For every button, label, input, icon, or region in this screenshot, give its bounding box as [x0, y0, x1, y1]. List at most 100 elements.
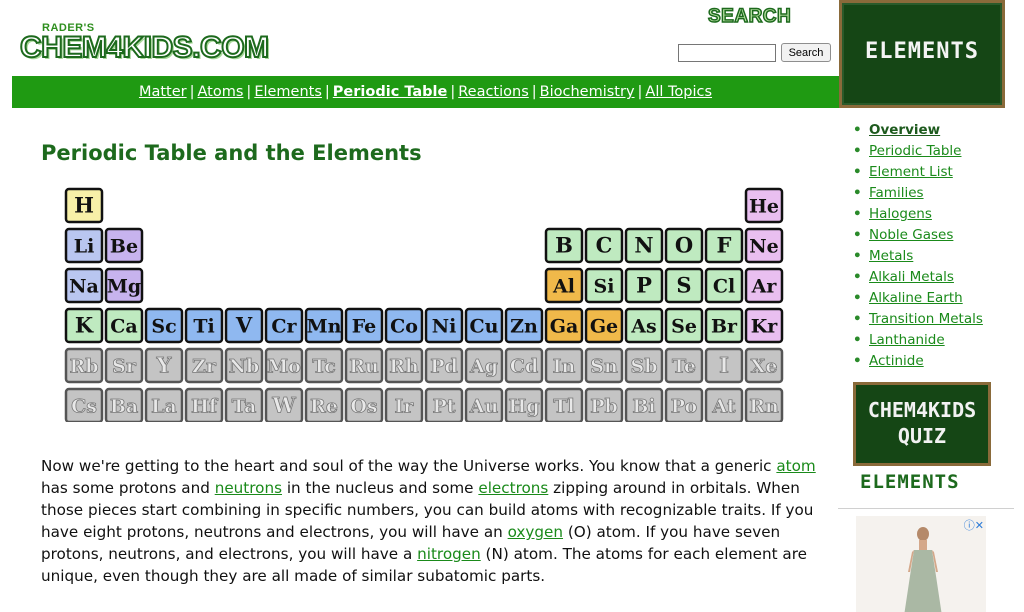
element-cell-k: K	[64, 307, 104, 344]
ad-choices-icon[interactable]: ⓘ✕	[964, 517, 984, 533]
intro-paragraph: Now we're getting to the heart and soul …	[41, 455, 831, 587]
nav-matter[interactable]: Matter	[139, 84, 187, 100]
element-cell-n: N	[624, 227, 664, 264]
element-cell-h: H	[64, 187, 104, 224]
element-cell-p: P	[624, 267, 664, 304]
sidebar-link[interactable]: Element List	[869, 164, 953, 180]
sidebar-nav: Overview Periodic Table Element List Fam…	[853, 120, 1013, 372]
element-symbol: Cr	[271, 316, 297, 338]
element-symbol: Br	[711, 316, 738, 338]
sidebar-link[interactable]: Families	[869, 185, 924, 201]
element-cell-al: Al	[544, 267, 584, 304]
element-cell-s: S	[664, 267, 704, 304]
element-symbol: Tl	[553, 396, 574, 418]
element-symbol: Cu	[470, 316, 499, 338]
nav-separator: |	[450, 84, 456, 100]
sidebar-link[interactable]: Actinide	[869, 353, 924, 369]
element-cell-po: Po	[664, 387, 704, 422]
element-symbol: Si	[594, 276, 615, 298]
sidebar-link[interactable]: Alkaline Earth	[869, 290, 963, 306]
sidebar-item-transition-metals: Transition Metals	[853, 309, 1013, 330]
element-symbol: Hg	[508, 396, 539, 418]
element-symbol: Se	[671, 316, 697, 338]
link-oxygen[interactable]: oxygen	[508, 523, 563, 541]
element-symbol: Kr	[751, 316, 779, 338]
element-symbol: Fe	[352, 316, 377, 338]
element-cell-sn: Sn	[584, 347, 624, 384]
sidebar-link[interactable]: Transition Metals	[869, 311, 983, 327]
link-nitrogen[interactable]: nitrogen	[417, 545, 481, 563]
element-symbol: Be	[110, 236, 138, 258]
sidebar-link[interactable]: Halogens	[869, 206, 932, 222]
element-cell-co: Co	[384, 307, 424, 344]
sidebar-item-alkaline-earth: Alkaline Earth	[853, 288, 1013, 309]
sidebar-link[interactable]: Periodic Table	[869, 143, 961, 159]
element-cell-li: Li	[64, 227, 104, 264]
element-cell-ge: Ge	[584, 307, 624, 344]
element-symbol: Mo	[267, 356, 301, 378]
element-symbol: Bi	[632, 396, 655, 418]
search-button[interactable]: Search	[781, 43, 831, 62]
element-symbol: Ir	[395, 396, 415, 418]
element-cell-zr: Zr	[184, 347, 224, 384]
element-cell-ti: Ti	[184, 307, 224, 344]
element-symbol: Mn	[307, 316, 342, 338]
element-symbol: B	[555, 233, 573, 258]
element-symbol: Rh	[389, 356, 419, 378]
element-symbol: W	[271, 393, 296, 418]
nav-separator: |	[637, 84, 643, 100]
section-board-label: ELEMENTS	[865, 39, 979, 64]
element-cell-fe: Fe	[344, 307, 384, 344]
element-cell-ne: Ne	[744, 227, 784, 264]
element-cell-au: Au	[464, 387, 504, 422]
nav-atoms[interactable]: Atoms	[198, 84, 244, 100]
site-logo[interactable]: RADER'S CHEM4KIDS.COM	[19, 18, 280, 70]
element-cell-v: V	[224, 307, 264, 344]
element-cell-tc: Tc	[304, 347, 344, 384]
link-neutrons[interactable]: neutrons	[215, 479, 282, 497]
element-symbol: Ru	[349, 356, 379, 378]
element-symbol: Cd	[510, 356, 538, 378]
element-cell-pd: Pd	[424, 347, 464, 384]
element-cell-br: Br	[704, 307, 744, 344]
nav-all-topics[interactable]: All Topics	[645, 84, 712, 100]
element-symbol: Os	[350, 396, 377, 418]
quiz-line-2: QUIZ	[897, 424, 947, 448]
element-cell-nb: Nb	[224, 347, 264, 384]
element-symbol: Rb	[69, 356, 98, 378]
periodic-table-image: H He Li Be B C N O F Ne Na Mg Al Si P S Cl Ar K Ca Sc Ti V Cr Mn…	[60, 182, 800, 422]
quiz-button[interactable]: CHEM4KIDS QUIZ	[853, 382, 991, 466]
element-symbol: Co	[390, 316, 418, 338]
element-cell-sr: Sr	[104, 347, 144, 384]
paragraph-text: has some protons and	[41, 479, 215, 497]
element-cell-mn: Mn	[304, 307, 344, 344]
sidebar-link[interactable]: Alkali Metals	[869, 269, 954, 285]
element-cell-tl: Tl	[544, 387, 584, 422]
link-electrons[interactable]: electrons	[478, 479, 548, 497]
sidebar-link[interactable]: Metals	[869, 248, 913, 264]
search-input[interactable]	[678, 44, 776, 62]
element-symbol: Ba	[110, 396, 138, 418]
nav-biochemistry[interactable]: Biochemistry	[540, 84, 635, 100]
element-symbol: Pt	[432, 396, 455, 418]
element-symbol: Sn	[590, 356, 618, 378]
sidebar-link[interactable]: Lanthanide	[869, 332, 945, 348]
element-cell-rn: Rn	[744, 387, 784, 422]
sidebar-link[interactable]: Noble Gases	[869, 227, 953, 243]
nav-elements[interactable]: Elements	[254, 84, 322, 100]
element-cell-hg: Hg	[504, 387, 544, 422]
element-cell-ba: Ba	[104, 387, 144, 422]
element-symbol: Re	[310, 396, 338, 418]
sidebar-item-overview: Overview	[853, 120, 1013, 141]
advertisement[interactable]: ⓘ✕	[856, 516, 986, 612]
section-board: ELEMENTS	[839, 0, 1005, 108]
element-symbol: V	[235, 313, 253, 338]
nav-periodic-table[interactable]: Periodic Table	[333, 84, 448, 100]
nav-reactions[interactable]: Reactions	[458, 84, 529, 100]
nav-separator: |	[189, 84, 195, 100]
element-cell-ar: Ar	[744, 267, 784, 304]
element-symbol: P	[636, 273, 652, 298]
sidebar-link[interactable]: Overview	[869, 122, 940, 138]
link-atom[interactable]: atom	[776, 457, 815, 475]
element-cell-cu: Cu	[464, 307, 504, 344]
